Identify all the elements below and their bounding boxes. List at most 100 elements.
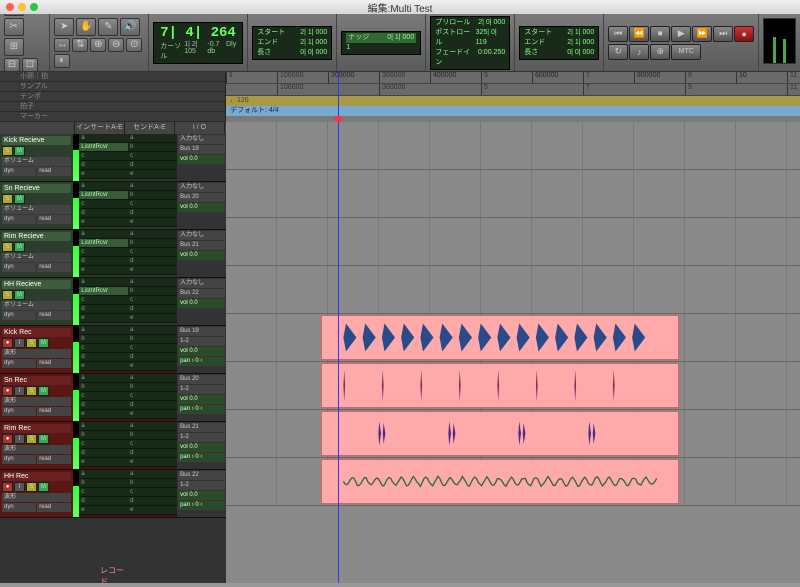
insert-slot[interactable]: d — [79, 449, 128, 458]
track-solo-button[interactable]: S — [26, 434, 37, 444]
track-automation-select[interactable]: read — [37, 407, 71, 416]
send-slot[interactable]: c — [128, 392, 177, 401]
io-volume[interactable]: vol 0.0 — [178, 443, 225, 452]
track-header[interactable]: Kick Rec ●I S M 波形 dynread — [0, 326, 73, 373]
track-mute-button[interactable]: M — [14, 242, 25, 252]
track-solo-button[interactable]: S — [2, 290, 13, 300]
io-input-select[interactable]: 入力なし — [178, 135, 225, 144]
playhead[interactable] — [338, 72, 339, 583]
pencil-tool-button[interactable]: ✎ — [98, 18, 118, 36]
timeline-pane[interactable]: 1110000020000020000030000040000040000056… — [226, 72, 800, 583]
send-slot[interactable]: a — [128, 374, 177, 383]
start-value[interactable]: 2| 1| 000 — [300, 28, 327, 38]
record-button[interactable]: ● — [734, 26, 754, 42]
ruler-meter-label[interactable]: 拍子 — [0, 102, 225, 112]
insert-slot[interactable]: e — [79, 266, 128, 275]
io-pan[interactable]: pan › 0 ‹ — [178, 501, 225, 510]
send-slot[interactable]: d — [128, 449, 177, 458]
insert-slot[interactable]: d — [79, 257, 128, 266]
track-mute-button[interactable]: M — [38, 386, 49, 396]
tool-5-button[interactable]: ⊙ — [126, 38, 142, 52]
send-slot[interactable]: b — [128, 383, 177, 392]
tool-1-button[interactable]: ↔ — [54, 38, 70, 52]
track-view-select[interactable]: ボリューム — [2, 157, 71, 166]
track-input-button[interactable]: I — [14, 434, 25, 444]
send-slot[interactable]: a — [128, 470, 177, 479]
start2-value[interactable]: 2| 1| 000 — [567, 28, 594, 38]
send-slot[interactable]: c — [128, 344, 177, 353]
send-slot[interactable]: a — [128, 182, 177, 191]
track-header[interactable]: Sn Recieve S M ボリューム dynread — [0, 182, 73, 229]
insert-slot[interactable]: b — [79, 335, 128, 344]
ruler-samples-label[interactable]: サンプル — [0, 82, 225, 92]
track-automation-select[interactable]: read — [37, 311, 71, 320]
io-volume[interactable]: vol 0.0 — [178, 203, 225, 212]
main-counter[interactable]: 7| 4| 264 カーソル 1| 2| 105 -0.7 db Dly — [153, 22, 243, 64]
io-volume[interactable]: vol 0.0 — [178, 299, 225, 308]
send-slot[interactable]: e — [128, 218, 177, 227]
bars-ruler[interactable]: 1110000020000020000030000040000040000056… — [226, 72, 800, 84]
slip-mode-button[interactable]: ⊟ — [4, 58, 20, 72]
track-input-button[interactable]: I — [14, 386, 25, 396]
send-slot[interactable]: d — [128, 401, 177, 410]
insert-slot[interactable]: c — [79, 392, 128, 401]
track-record-arm-button[interactable]: ● — [2, 386, 13, 396]
io-pan[interactable]: pan › 0 ‹ — [178, 357, 225, 366]
ruler-markers-label[interactable]: マーカー — [0, 112, 225, 122]
insert-slot[interactable]: a — [79, 326, 128, 335]
io-output-select[interactable]: 1-2 — [178, 385, 225, 394]
io-output-select[interactable]: Bus 21 — [178, 241, 225, 250]
scrub-tool-button[interactable]: 🔊 — [120, 18, 140, 36]
io-output-select[interactable]: 1-2 — [178, 433, 225, 442]
insert-slot[interactable]: ListntRcvr — [79, 191, 128, 200]
track-view-select[interactable]: 波形 — [2, 445, 71, 454]
meter-ruler[interactable]: デフォルト: 4/4 — [226, 106, 800, 116]
window-close-button[interactable] — [6, 3, 14, 11]
track-record-arm-button[interactable]: ● — [2, 434, 13, 444]
trim-tool-button[interactable]: ✂ — [4, 18, 24, 36]
io-output-select[interactable]: Bus 19 — [178, 145, 225, 154]
track-solo-button[interactable]: S — [2, 146, 13, 156]
insert-slot[interactable]: e — [79, 170, 128, 179]
io-volume[interactable]: vol 0.0 — [178, 155, 225, 164]
audio-clip[interactable] — [321, 459, 679, 504]
insert-slot[interactable]: c — [79, 296, 128, 305]
send-slot[interactable]: a — [128, 134, 177, 143]
track-dyn-select[interactable]: dyn — [2, 359, 36, 368]
nudge-value[interactable]: 0| 1| 000 — [387, 33, 414, 43]
send-slot[interactable]: d — [128, 209, 177, 218]
io-pan[interactable]: pan › 0 ‹ — [178, 453, 225, 462]
insert-slot[interactable]: d — [79, 209, 128, 218]
io-input-select[interactable]: 入力なし — [178, 231, 225, 240]
insert-slot[interactable]: d — [79, 401, 128, 410]
end-button[interactable]: ⏭ — [713, 26, 733, 42]
tool-2-button[interactable]: ⇅ — [72, 38, 88, 52]
nudge-step-value[interactable]: 1 — [346, 43, 350, 53]
track-solo-button[interactable]: S — [26, 338, 37, 348]
track-name-label[interactable]: HH Recieve — [2, 280, 71, 289]
track-header[interactable]: Sn Rec ●I S M 波形 dynread — [0, 374, 73, 421]
postroll-value[interactable]: 325| 0| 119 — [476, 28, 506, 48]
track-record-arm-button[interactable]: ● — [2, 482, 13, 492]
track-dyn-select[interactable]: dyn — [2, 503, 36, 512]
fadein-value[interactable]: 0:00.250 — [478, 48, 505, 68]
track-dyn-select[interactable]: dyn — [2, 167, 36, 176]
track-mute-button[interactable]: M — [38, 434, 49, 444]
track-lane[interactable] — [226, 410, 800, 458]
play-button[interactable]: ▶ — [671, 26, 691, 42]
insert-slot[interactable]: a — [79, 134, 128, 143]
tool-3-button[interactable]: ⊕ — [90, 38, 106, 52]
track-mute-button[interactable]: M — [14, 194, 25, 204]
spot-mode-button[interactable]: ⊡ — [22, 58, 38, 72]
track-view-select[interactable]: 波形 — [2, 397, 71, 406]
track-dyn-select[interactable]: dyn — [2, 263, 36, 272]
send-slot[interactable]: d — [128, 161, 177, 170]
insert-slot[interactable]: c — [79, 344, 128, 353]
send-slot[interactable]: b — [128, 335, 177, 344]
length2-value[interactable]: 0| 0| 000 — [567, 48, 594, 58]
io-input-select[interactable]: 入力なし — [178, 183, 225, 192]
insert-slot[interactable]: a — [79, 278, 128, 287]
send-slot[interactable]: a — [128, 422, 177, 431]
track-mute-button[interactable]: M — [38, 482, 49, 492]
insert-slot[interactable]: e — [79, 218, 128, 227]
